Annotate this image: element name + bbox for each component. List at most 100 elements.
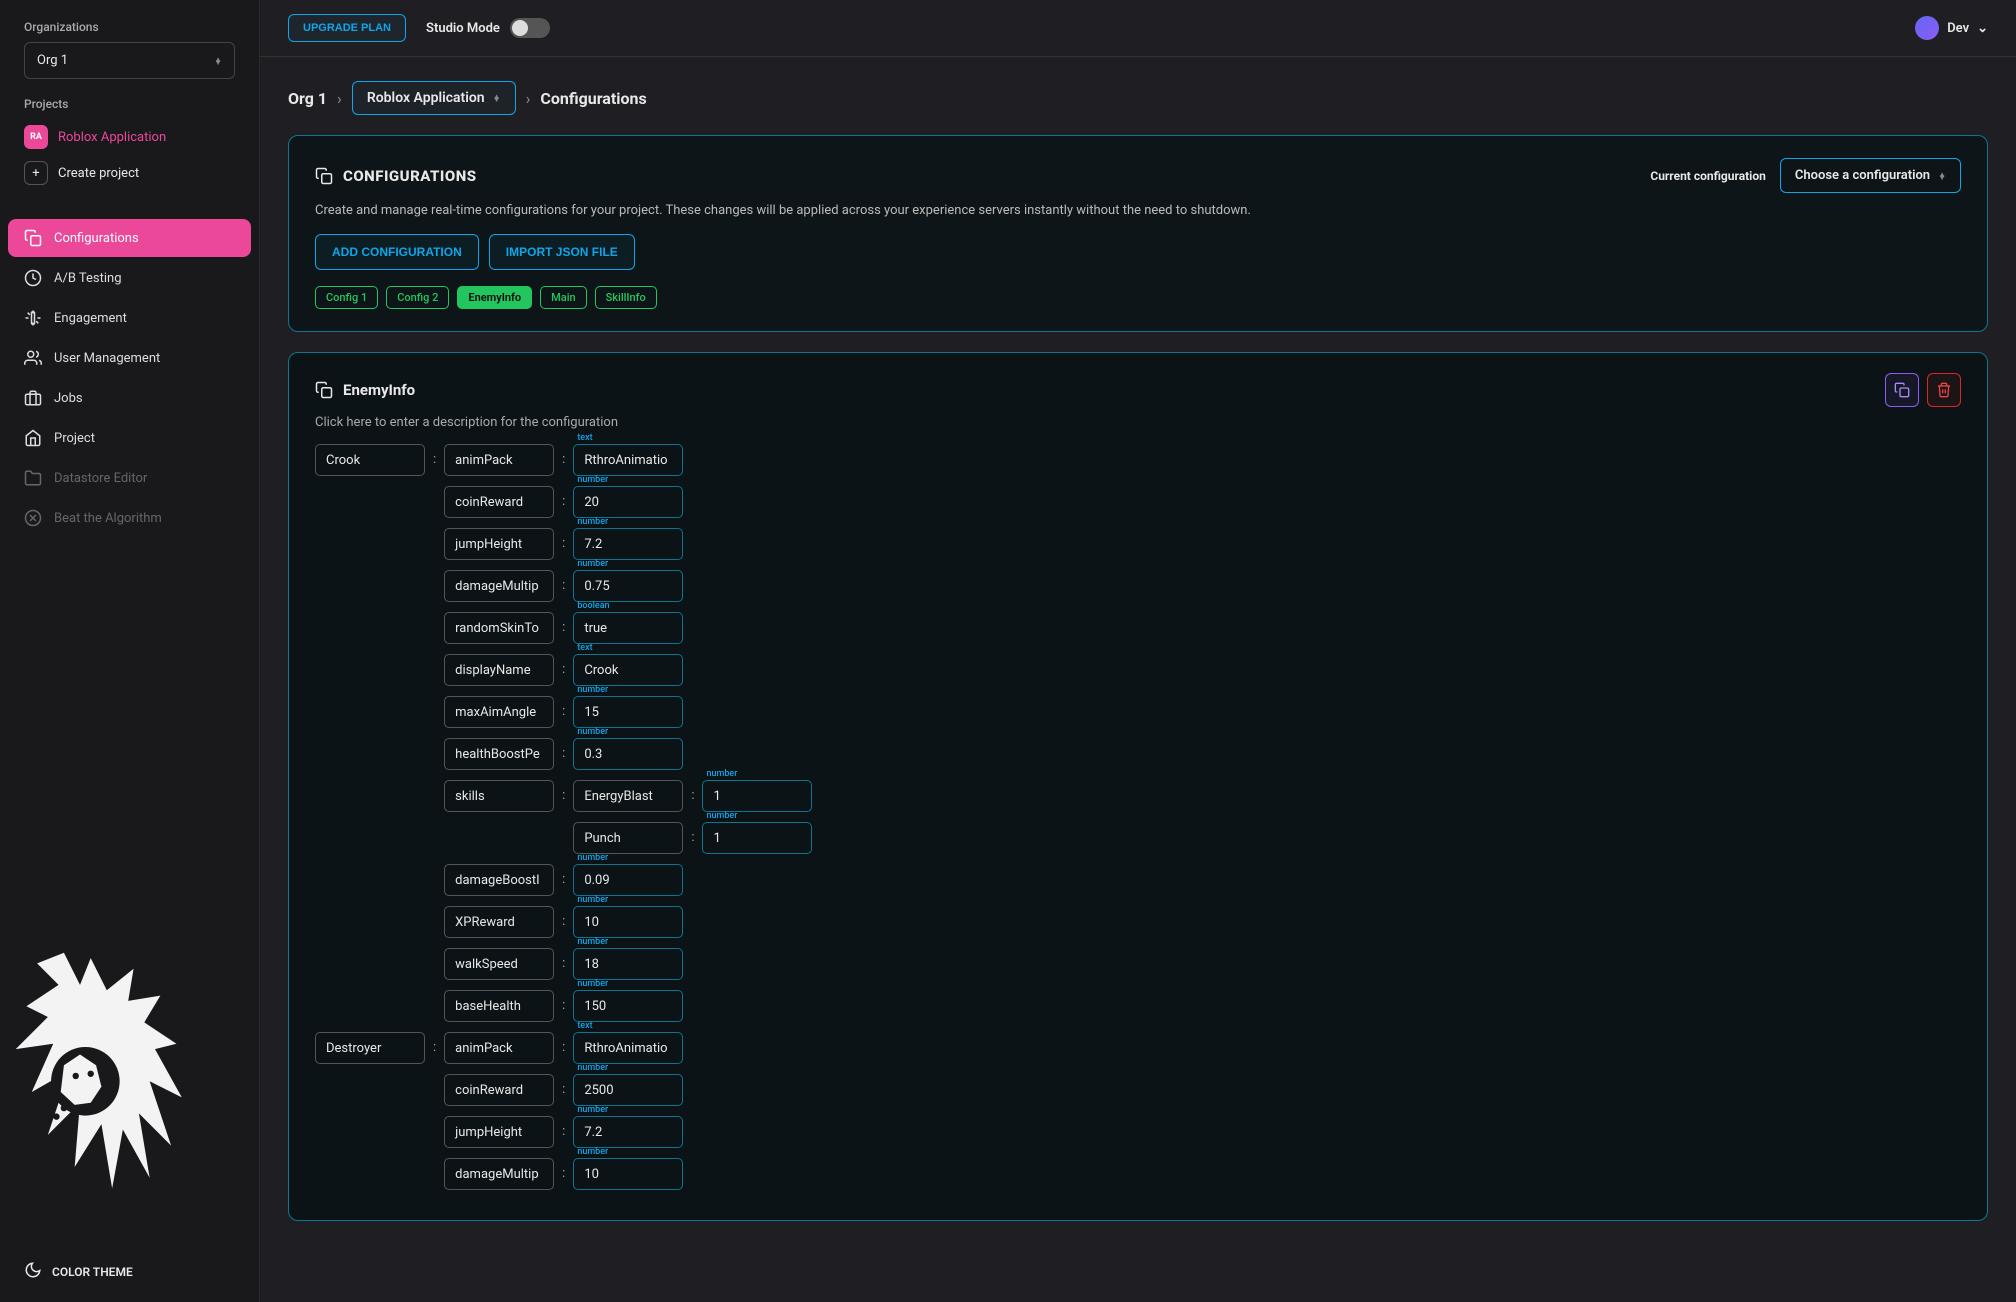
plus-icon: + — [24, 161, 48, 185]
nav-label: A/B Testing — [54, 271, 122, 286]
value-input[interactable]: RthroAnimatio — [573, 444, 683, 476]
key-input[interactable]: maxAimAngle — [444, 696, 554, 728]
theme-toggle[interactable]: COLOR THEME — [0, 1251, 157, 1292]
key-input[interactable]: coinReward — [444, 1074, 554, 1106]
import-json-button[interactable]: IMPORT JSON FILE — [489, 234, 635, 270]
engagement-icon — [24, 309, 42, 327]
nav-label: Jobs — [54, 391, 83, 406]
key-input[interactable]: damageMultip — [444, 1158, 554, 1190]
config-tabs: Config 1 Config 2 EnemyInfo Main SkillInfo — [315, 286, 1961, 309]
entity-key-input[interactable]: Destroyer — [315, 1032, 425, 1064]
value-input[interactable]: 7.2 — [573, 528, 683, 560]
key-input[interactable]: animPack — [444, 1032, 554, 1064]
key-input[interactable]: walkSpeed — [444, 948, 554, 980]
prop-row: randomSkinTo : booleantrue — [444, 612, 812, 644]
updown-icon: ▲▼ — [493, 95, 501, 101]
type-label: number — [706, 769, 737, 779]
config-tab-skillinfo[interactable]: SkillInfo — [595, 286, 657, 309]
nav-item-jobs[interactable]: Jobs — [8, 379, 251, 417]
project-avatar: RA — [24, 125, 48, 149]
type-label: text — [577, 433, 592, 443]
key-input[interactable]: Punch — [573, 822, 683, 854]
value-input[interactable]: Crook — [573, 654, 683, 686]
type-label: number — [577, 475, 608, 485]
value-input[interactable]: true — [573, 612, 683, 644]
key-input[interactable]: displayName — [444, 654, 554, 686]
value-input[interactable]: 0.09 — [573, 864, 683, 896]
org-selector[interactable]: Org 1 ▲▼ — [24, 42, 235, 79]
nav-item-project[interactable]: Project — [8, 419, 251, 457]
users-icon — [24, 349, 42, 367]
value-input[interactable]: 150 — [573, 990, 683, 1022]
studio-mode-group: Studio Mode — [426, 18, 550, 38]
config-tab-main[interactable]: Main — [540, 286, 586, 309]
upgrade-plan-button[interactable]: UPGRADE PLAN — [288, 14, 406, 42]
key-input[interactable]: skills — [444, 780, 554, 812]
config-selector-value: Choose a configuration — [1795, 168, 1930, 183]
nav-label: Beat the Algorithm — [54, 511, 162, 526]
prop-row: damageMultip : number0.75 — [444, 570, 812, 602]
project-item-roblox[interactable]: RA Roblox Application — [24, 119, 235, 155]
value-input[interactable]: 2500 — [573, 1074, 683, 1106]
value-input[interactable]: 0.3 — [573, 738, 683, 770]
abtesting-icon — [24, 269, 42, 287]
key-input[interactable]: damageMultip — [444, 570, 554, 602]
key-input[interactable]: jumpHeight — [444, 1116, 554, 1148]
type-label: text — [577, 643, 592, 653]
value-input[interactable]: 10 — [573, 906, 683, 938]
panel-title: CONFIGURATIONS — [315, 167, 477, 185]
key-input[interactable]: randomSkinTo — [444, 612, 554, 644]
prop-row: animPack : textRthroAnimatio — [444, 1032, 683, 1064]
prop-row: baseHealth : number150 — [444, 990, 812, 1022]
key-input[interactable]: coinReward — [444, 486, 554, 518]
key-input[interactable]: healthBoostPe — [444, 738, 554, 770]
delete-config-button[interactable] — [1927, 373, 1961, 407]
trash-icon — [1936, 382, 1952, 398]
value-input[interactable]: RthroAnimatio — [573, 1032, 683, 1064]
value-input[interactable]: 10 — [573, 1158, 683, 1190]
crumb-org[interactable]: Org 1 — [288, 89, 327, 108]
nav-item-configurations[interactable]: Configurations — [8, 219, 251, 257]
nav-item-abtesting[interactable]: A/B Testing — [8, 259, 251, 297]
crumb-app-value: Roblox Application — [367, 90, 485, 106]
prop-row: jumpHeight : number7.2 — [444, 528, 812, 560]
key-input[interactable]: damageBoostI — [444, 864, 554, 896]
type-label: number — [577, 685, 608, 695]
key-input[interactable]: EnergyBlast — [573, 780, 683, 812]
value-input[interactable]: 1 — [702, 822, 812, 854]
studio-mode-toggle[interactable] — [510, 18, 550, 38]
config-selector[interactable]: Choose a configuration ▲▼ — [1780, 158, 1961, 193]
key-input[interactable]: XPReward — [444, 906, 554, 938]
copy-config-button[interactable] — [1885, 373, 1919, 407]
prop-row: coinReward : number2500 — [444, 1074, 683, 1106]
config-title: EnemyInfo — [315, 381, 415, 399]
main: UPGRADE PLAN Studio Mode Dev ⌄ Org 1 › R… — [260, 0, 2016, 1302]
entity-key-input[interactable]: Crook — [315, 444, 425, 476]
create-project-button[interactable]: + Create project — [24, 155, 235, 191]
crumb-app-selector[interactable]: Roblox Application ▲▼ — [352, 81, 516, 115]
moon-icon — [24, 1261, 42, 1282]
value-input[interactable]: 1 — [702, 780, 812, 812]
config-tab-config-1[interactable]: Config 1 — [315, 286, 378, 309]
user-menu[interactable]: Dev ⌄ — [1915, 16, 1988, 40]
theme-label: COLOR THEME — [52, 1265, 133, 1279]
nav-item-users[interactable]: User Management — [8, 339, 251, 377]
value-input[interactable]: 15 — [573, 696, 683, 728]
nav-label: Project — [54, 431, 95, 446]
crumb-page: Configurations — [540, 89, 646, 108]
project-name: Roblox Application — [58, 130, 166, 145]
key-input[interactable]: baseHealth — [444, 990, 554, 1022]
key-input[interactable]: animPack — [444, 444, 554, 476]
value-input[interactable]: 20 — [573, 486, 683, 518]
key-input[interactable]: jumpHeight — [444, 528, 554, 560]
value-input[interactable]: 7.2 — [573, 1116, 683, 1148]
config-tab-config-2[interactable]: Config 2 — [386, 286, 449, 309]
value-input[interactable]: 18 — [573, 948, 683, 980]
config-tab-enemyinfo[interactable]: EnemyInfo — [457, 286, 532, 309]
copy-icon — [315, 167, 333, 185]
value-input[interactable]: 0.75 — [573, 570, 683, 602]
add-configuration-button[interactable]: ADD CONFIGURATION — [315, 234, 479, 270]
config-description-input[interactable]: Click here to enter a description for th… — [315, 415, 1961, 430]
nav-item-engagement[interactable]: Engagement — [8, 299, 251, 337]
entity-row: Destroyer : animPack : textRthroAnimatio… — [315, 1032, 1961, 1190]
